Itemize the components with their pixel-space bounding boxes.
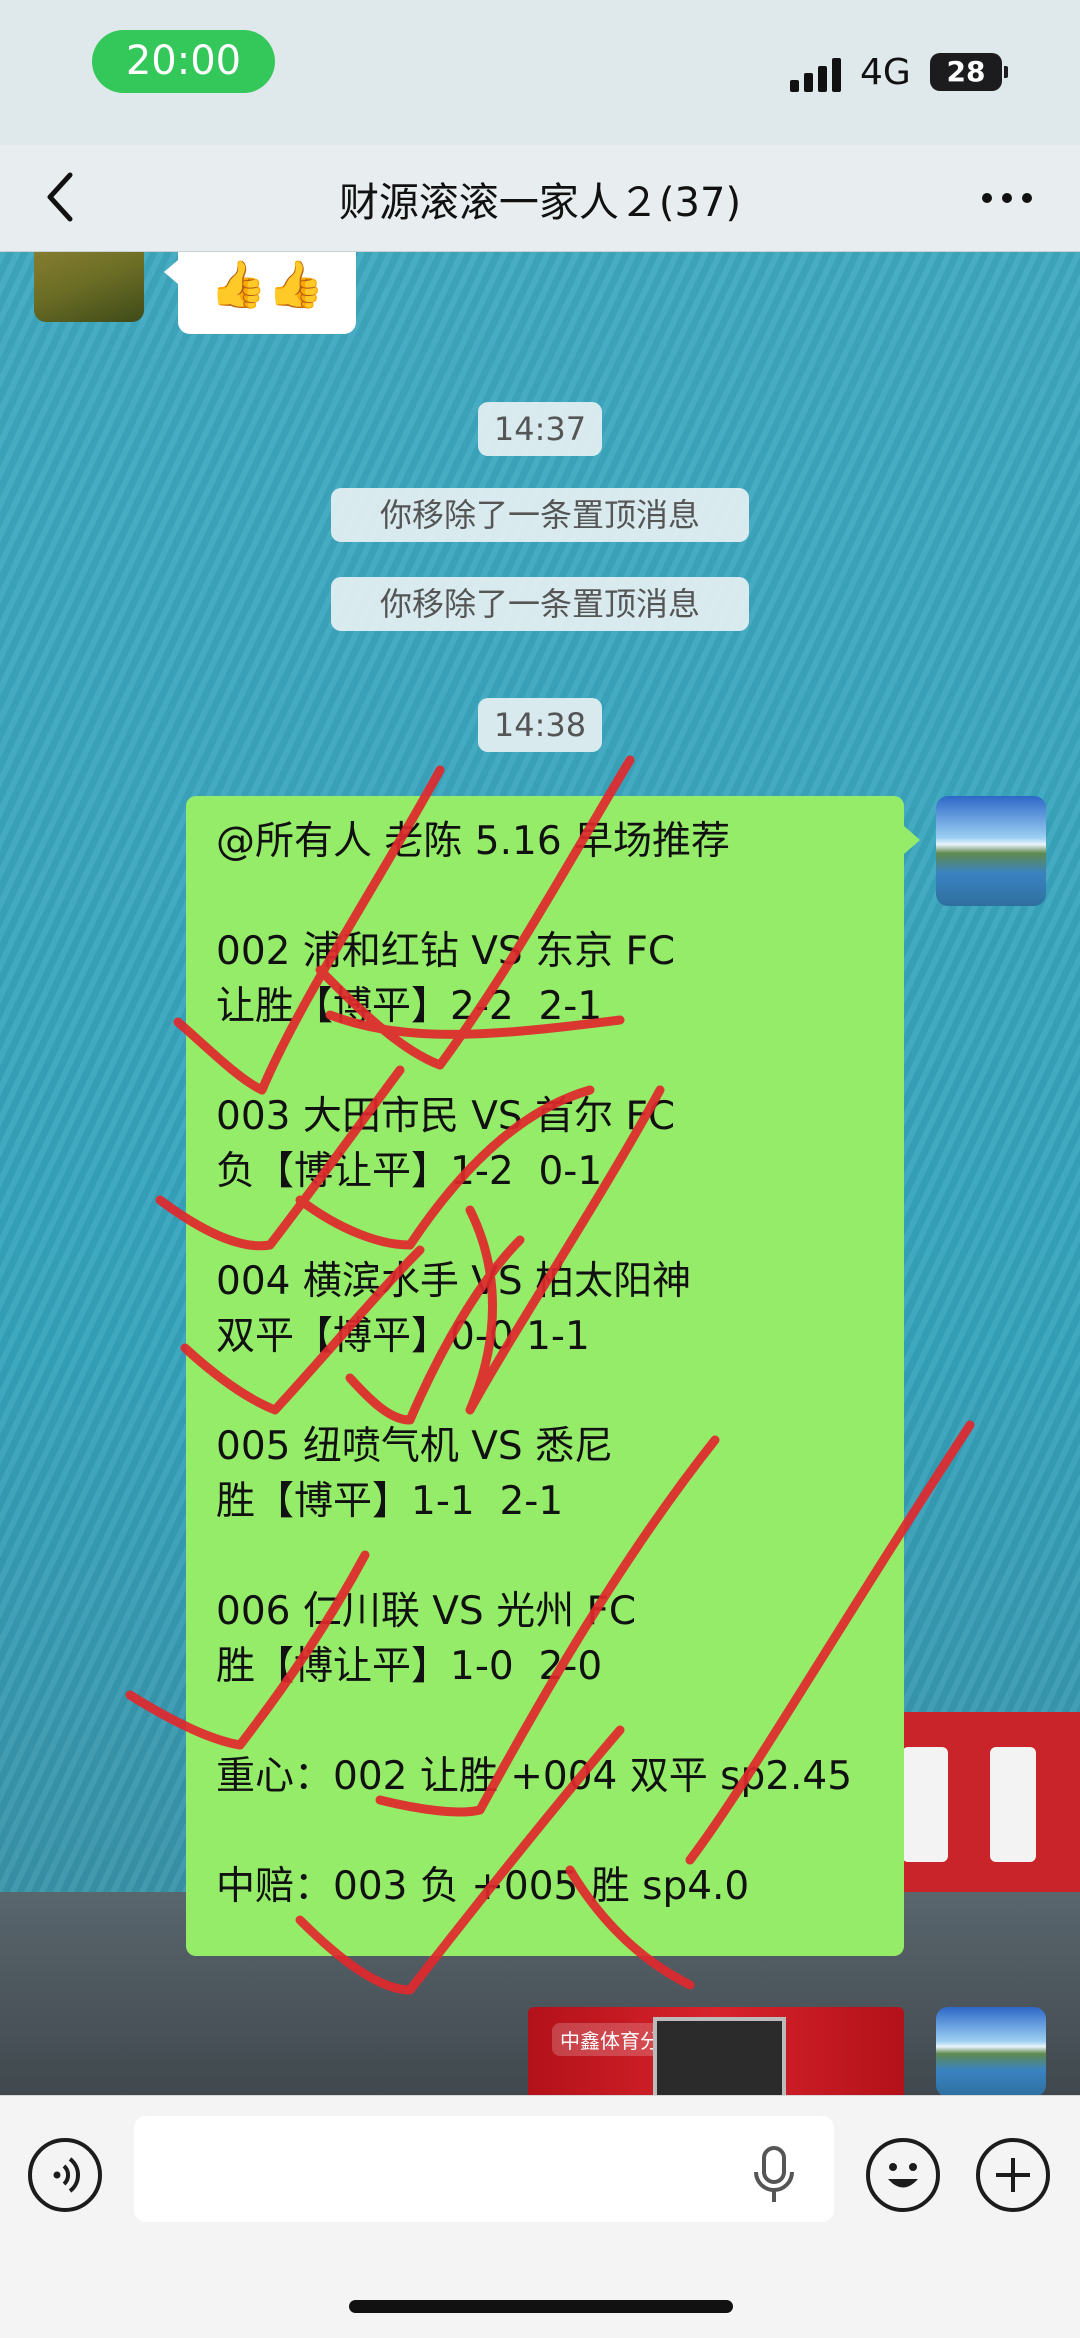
message-input[interactable] <box>134 2116 834 2222</box>
message-bubble-received[interactable]: 👍👍 <box>164 252 356 334</box>
mic-icon[interactable] <box>752 2146 796 2204</box>
message-line: 中赔：003 负 +005 胜 sp4.0 <box>216 1864 750 1909</box>
status-bar: 20:00 4G 28 <box>0 0 1080 145</box>
message-line: 重心：002 让胜 +004 双平 sp2.45 <box>216 1754 853 1799</box>
wallpaper-window <box>990 1747 1036 1862</box>
image-graphic <box>653 2017 786 2095</box>
system-notice: 你移除了一条置顶消息 <box>331 577 749 631</box>
signal-icon <box>790 58 841 92</box>
image-message[interactable]: 中鑫体育分 <box>528 2007 904 2095</box>
network-type: 4G <box>860 52 911 93</box>
plus-icon[interactable] <box>976 2138 1050 2212</box>
chat-title: 财源滚滚一家人２(37) <box>338 180 742 226</box>
battery-icon: 28 <box>930 53 1008 91</box>
message-line: 003 大田市民 VS 首尔 FC <box>216 1094 676 1139</box>
avatar-self[interactable] <box>936 2007 1046 2095</box>
message-line: 负【博让平】1-2 0-1 <box>216 1149 603 1194</box>
system-notice: 你移除了一条置顶消息 <box>331 488 749 542</box>
message-bubble-sent[interactable]: @所有人 老陈 5.16 早场推荐 002 浦和红钻 VS 东京 FC 让胜【博… <box>186 796 920 1956</box>
message-line: @所有人 老陈 5.16 早场推荐 <box>216 819 731 864</box>
message-line: 004 横滨水手 VS 柏太阳神 <box>216 1259 692 1304</box>
image-logo: 中鑫体育分 <box>552 2023 668 2056</box>
chat-area[interactable]: 👍👍 14:37 你移除了一条置顶消息 你移除了一条置顶消息 14:38 @所有… <box>0 252 1080 2095</box>
message-line: 双平【博平】0-0 1-1 <box>216 1314 590 1359</box>
message-line: 让胜【博平】2-2 2-1 <box>216 984 603 1029</box>
message-line: 胜【博让平】1-0 2-0 <box>216 1644 603 1689</box>
emoji-icon[interactable] <box>866 2138 940 2212</box>
timestamp: 14:37 <box>478 402 602 456</box>
message-line: 005 纽喷气机 VS 悉尼 <box>216 1424 614 1469</box>
avatar[interactable] <box>34 252 144 322</box>
message-line: 胜【博平】1-1 2-1 <box>216 1479 564 1524</box>
message-line: 006 仁川联 VS 光州 FC <box>216 1589 637 1634</box>
chat-header: 财源滚滚一家人２(37) <box>0 145 1080 252</box>
wallpaper-window <box>902 1747 948 1862</box>
message-line: 002 浦和红钻 VS 东京 FC <box>216 929 676 974</box>
more-icon[interactable] <box>978 180 1036 216</box>
timestamp: 14:38 <box>478 698 602 752</box>
avatar-self[interactable] <box>936 796 1046 906</box>
voice-icon[interactable] <box>28 2138 102 2212</box>
status-time: 20:00 <box>92 30 275 93</box>
home-indicator[interactable] <box>349 2300 733 2313</box>
